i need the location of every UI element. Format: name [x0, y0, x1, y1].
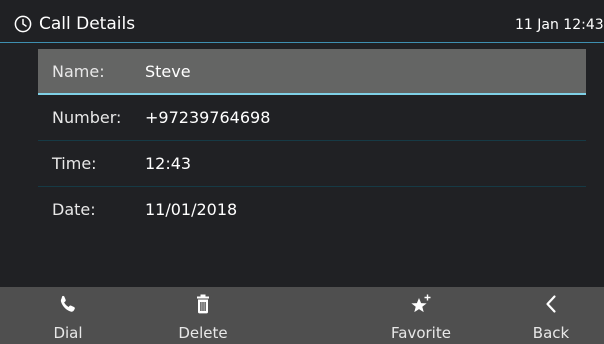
detail-label: Number: [52, 108, 122, 127]
back-label: Back [532, 324, 570, 342]
back-button[interactable]: Back [511, 287, 591, 344]
detail-label: Name: [52, 62, 105, 81]
detail-value: 11/01/2018 [145, 200, 238, 219]
detail-row-number[interactable]: Number: +97239764698 [38, 95, 586, 141]
dial-label: Dial [53, 324, 83, 342]
delete-label: Delete [178, 324, 228, 342]
favorite-label: Favorite [391, 324, 451, 342]
detail-value: +97239764698 [145, 108, 271, 127]
detail-value: 12:43 [145, 154, 192, 173]
details-list: Name: Steve Number: +97239764698 Time: 1… [38, 49, 586, 233]
detail-row-date[interactable]: Date: 11/01/2018 [38, 187, 586, 233]
detail-row-time[interactable]: Time: 12:43 [38, 141, 586, 187]
dial-button[interactable]: Dial [28, 287, 108, 344]
favorite-button[interactable]: Favorite [381, 287, 461, 344]
star-plus-icon [411, 294, 431, 313]
softkey-bar: Dial Delete Favorite Back [0, 287, 604, 344]
clock-icon [14, 15, 32, 33]
header-bar: Call Details 11 Jan 12:43 [0, 0, 604, 43]
call-details-screen: Call Details 11 Jan 12:43 Name: Steve Nu… [0, 0, 604, 344]
detail-row-name[interactable]: Name: Steve [38, 49, 586, 95]
detail-label: Time: [52, 154, 97, 173]
detail-value: Steve [145, 62, 191, 81]
trash-icon [197, 294, 209, 314]
chevron-left-icon [546, 295, 556, 313]
phone-icon [60, 295, 75, 312]
page-title: Call Details [39, 14, 136, 34]
detail-label: Date: [52, 200, 96, 219]
delete-button[interactable]: Delete [163, 287, 243, 344]
date-time: 11 Jan 12:43 [515, 17, 604, 33]
